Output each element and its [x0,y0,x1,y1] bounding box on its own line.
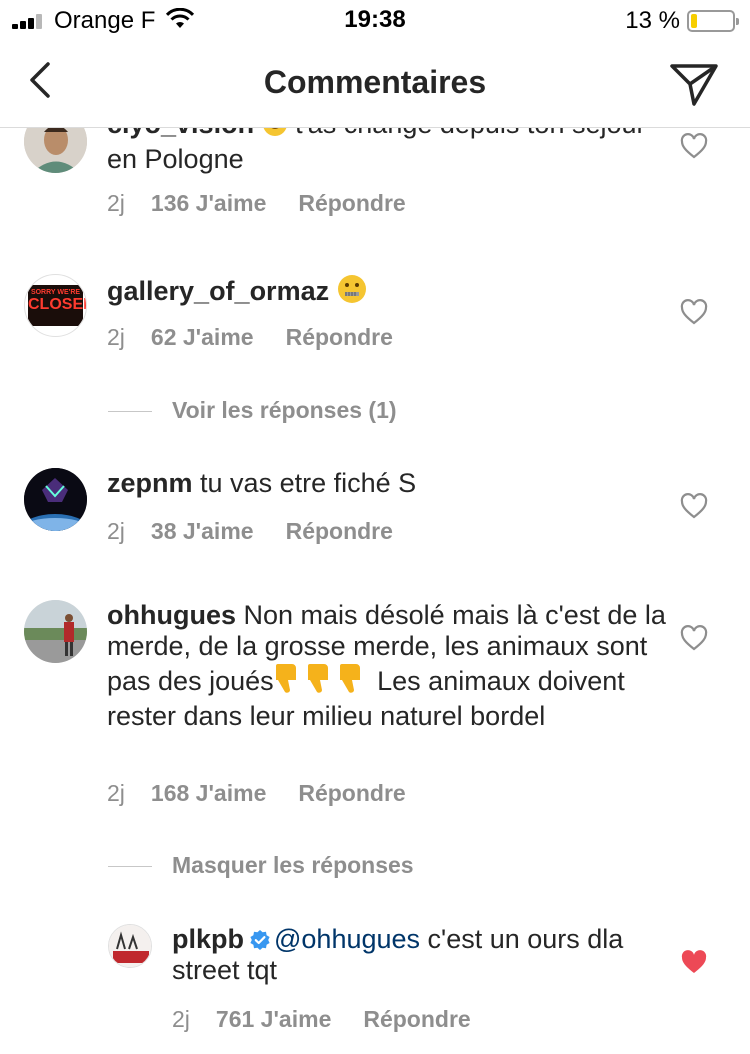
mention-link[interactable]: @ohhugues [274,924,420,954]
thread-divider [108,866,152,868]
thumbs-down-emoji-icon [274,662,370,701]
zipper-mouth-emoji-icon [337,274,367,311]
view-replies-button[interactable]: Voir les réponses (1) [108,397,397,424]
comment-meta: 2j 136 J'aime Répondre [107,190,406,217]
likes-count[interactable]: 38 J'aime [151,518,254,544]
reply-meta: 2j 761 J'aime Répondre [172,1006,471,1033]
comment-age: 2j [107,780,125,806]
reply-button[interactable]: Répondre [298,190,405,216]
likes-count[interactable]: 136 J'aime [151,190,266,216]
page-title: Commentaires [263,64,487,100]
reply-username[interactable]: plkpb [172,924,244,954]
reply-button[interactable]: Répondre [363,1006,470,1032]
comment-meta: 2j 38 J'aime Répondre [107,518,393,545]
comment-list[interactable]: clyo_vision t'as changé depuis ton séjou… [0,128,750,1054]
avatar[interactable] [24,128,87,173]
reply-age: 2j [172,1006,190,1032]
heart-icon[interactable] [680,493,708,519]
reply-button[interactable]: Répondre [286,518,393,544]
reply-button[interactable]: Répondre [298,780,405,806]
comment-username[interactable]: zepnm [107,468,193,498]
avatar[interactable] [24,600,87,663]
comment-age: 2j [107,324,125,350]
likes-count[interactable]: 62 J'aime [151,324,254,350]
comment-meta: 2j 62 J'aime Répondre [107,324,393,351]
hide-replies-button[interactable]: Masquer les réponses [108,852,414,879]
send-icon[interactable] [668,58,720,110]
comment-username[interactable]: gallery_of_ormaz [107,276,329,306]
nav-header: Commentaires [0,42,750,128]
heart-icon[interactable] [680,625,708,651]
comment-age: 2j [107,518,125,544]
avatar[interactable]: SORRY WE'RE CLOSED [24,274,87,337]
laughing-emoji-icon [262,128,288,144]
comment-text: ohhugues Non mais désolé mais là c'est d… [107,600,666,731]
heart-filled-icon[interactable] [680,949,708,975]
comment-text: zepnm tu vas etre fiché S [107,468,417,498]
thread-divider [108,411,152,413]
heart-icon[interactable] [680,133,708,159]
likes-count[interactable]: 761 J'aime [216,1006,331,1032]
reply-text: plkpb @ohhugues c'est un ours dla street … [172,924,624,985]
verified-badge-icon [250,930,270,950]
heart-icon[interactable] [680,299,708,325]
comment-age: 2j [107,190,125,216]
likes-count[interactable]: 168 J'aime [151,780,266,806]
comment-text: clyo_vision t'as changé depuis ton séjou… [107,128,667,175]
avatar[interactable] [24,468,87,531]
reply-button[interactable]: Répondre [286,324,393,350]
comment-username[interactable]: clyo_vision [107,128,254,139]
battery-percent: 13 % [625,7,680,34]
status-bar: Orange F 19:38 13 % [0,0,750,42]
comment-text: gallery_of_ormaz [107,274,667,311]
comment-username[interactable]: ohhugues [107,600,236,630]
avatar[interactable] [108,924,152,968]
comment-meta: 2j 168 J'aime Répondre [107,780,406,807]
battery-icon [687,10,739,32]
